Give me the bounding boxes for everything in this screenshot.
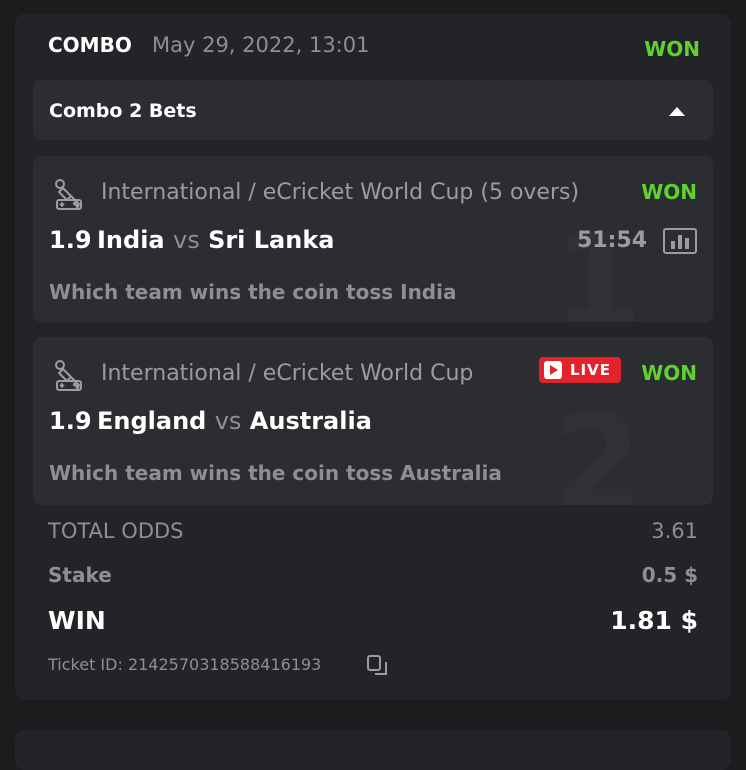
match-teams: England vs Australia [97,407,372,435]
bet-status: WON [641,361,697,385]
team-away: Australia [249,407,372,435]
cricket-icon [55,360,82,391]
bet-index-watermark: 2 [552,386,643,505]
bet-status: WON [641,180,697,204]
bet-market: Which team wins the coin toss India [49,280,457,304]
total-odds-value: 3.61 [651,519,698,543]
stats-icon[interactable] [663,228,697,254]
bet-odds: 1.9 [49,407,92,435]
match-timer: 51:54 [576,228,647,253]
bet-ticket-card: COMBO May 29, 2022, 13:01 WON Combo 2 Be… [15,14,731,700]
match-teams: India vs Sri Lanka [97,226,335,254]
bet-item[interactable]: 1 International / eCricket World Cup (5 … [33,156,713,322]
win-value: 1.81 $ [610,606,698,635]
combo-label: Combo 2 Bets [49,100,197,122]
stake-label: Stake [48,563,112,587]
next-ticket-card [15,730,731,770]
team-home: India [97,226,165,254]
live-badge[interactable]: LIVE [539,357,621,383]
live-label: LIVE [570,361,611,379]
chevron-up-icon [669,107,685,116]
stake-value: 0.5 $ [641,563,698,587]
ticket-id: Ticket ID: 2142570318588416193 [48,655,322,674]
combo-toggle[interactable]: Combo 2 Bets [33,80,713,140]
team-away: Sri Lanka [208,226,335,254]
bet-market: Which team wins the coin toss Australia [49,461,502,485]
league-name: International / eCricket World Cup (5 ov… [101,180,580,205]
vs-label: vs [172,226,200,254]
bet-odds: 1.9 [49,226,92,254]
bet-type-label: COMBO [48,33,132,57]
ticket-status: WON [644,37,700,61]
league-name: International / eCricket World Cup [101,361,474,386]
bet-date: May 29, 2022, 13:01 [152,33,370,57]
win-label: WIN [48,606,106,635]
total-odds-label: TOTAL ODDS [48,519,184,543]
copy-icon[interactable] [367,655,389,677]
play-icon [544,361,562,379]
vs-label: vs [214,407,242,435]
cricket-icon [55,179,82,210]
bet-item[interactable]: 2 International / eCricket World Cup LIV… [33,337,713,505]
team-home: England [97,407,207,435]
